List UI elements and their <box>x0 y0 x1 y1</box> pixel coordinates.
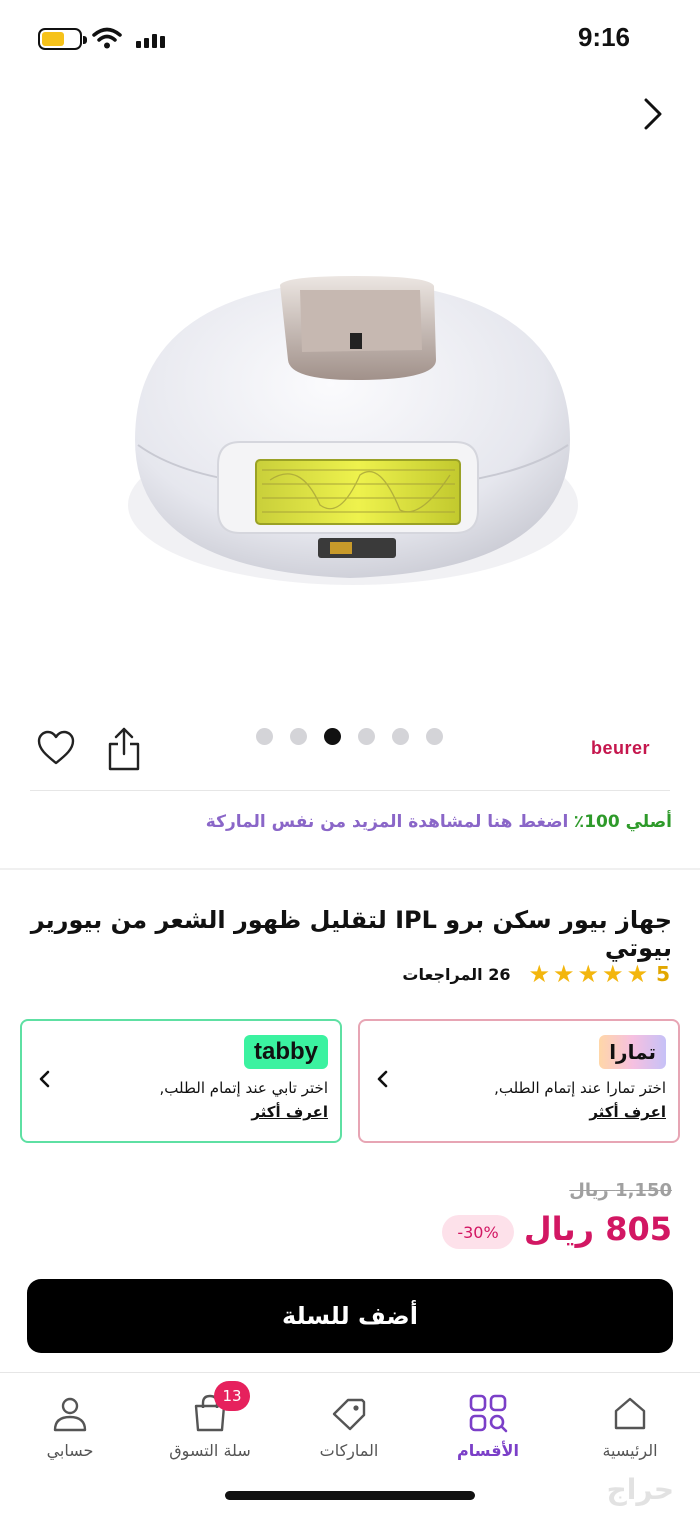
star-icon: ★ <box>553 960 575 988</box>
tab-cart[interactable]: سلة التسوق 13 <box>150 1381 270 1460</box>
heart-icon[interactable] <box>36 730 76 766</box>
gallery-dot[interactable] <box>256 728 273 745</box>
star-icon: ★ <box>602 960 624 988</box>
status-bar: 9:16 <box>0 0 700 80</box>
signal-icon <box>136 30 165 48</box>
brand-logo[interactable]: beurer <box>591 738 650 759</box>
tab-cart-label: سلة التسوق <box>169 1441 251 1460</box>
discount-badge: -30% <box>442 1215 514 1249</box>
tamara-card[interactable]: تمارا اختر تمارا عند إتمام الطلب, اعرف أ… <box>358 1019 680 1143</box>
tabby-description: اختر تابي عند إتمام الطلب, <box>159 1079 328 1097</box>
more-from-brand-link[interactable]: اضغط هنا لمشاهدة المزيد من نفس الماركة <box>206 812 569 832</box>
star-icon: ★ <box>626 960 649 988</box>
original-price: 1,150 ريال <box>569 1180 672 1201</box>
rating-row[interactable]: 5 ★ ★ ★ ★ ★ 26 المراجعات <box>402 962 670 986</box>
gallery-dots[interactable] <box>256 728 443 745</box>
sale-price: 805 ريال <box>523 1210 672 1248</box>
cart-count-badge: 13 <box>214 1381 250 1411</box>
gallery-dot[interactable] <box>358 728 375 745</box>
tab-home[interactable]: الرئيسية <box>570 1391 690 1460</box>
tab-brands-label: الماركات <box>319 1441 379 1460</box>
watermark: حراج <box>606 1473 674 1506</box>
gallery-dot-active[interactable] <box>324 728 341 745</box>
gallery-dot[interactable] <box>290 728 307 745</box>
same-brand-link[interactable]: أصلي 100٪ اضغط هنا لمشاهدة المزيد من نفس… <box>206 812 672 832</box>
tab-account-label: حسابي <box>46 1441 94 1460</box>
rating-value: 5 <box>656 962 670 986</box>
tab-account[interactable]: حسابي <box>10 1391 130 1460</box>
chevron-left-icon[interactable] <box>374 1067 390 1091</box>
home-indicator <box>225 1491 475 1500</box>
share-icon[interactable] <box>106 726 142 772</box>
chevron-right-icon[interactable] <box>638 94 668 134</box>
home-icon <box>614 1397 646 1430</box>
tamara-logo: تمارا <box>599 1035 666 1069</box>
status-time: 9:16 <box>577 22 630 52</box>
tab-categories[interactable]: الأقسام <box>428 1391 548 1460</box>
bottom-tab-bar: الرئيسية الأقسام الماركات سلة التسوق 13 <box>0 1372 700 1514</box>
tamara-learn-more-link[interactable]: اعرف أكثر <box>589 1103 666 1121</box>
tabby-card[interactable]: tabby اختر تابي عند إتمام الطلب, اعرف أك… <box>20 1019 342 1143</box>
divider <box>30 790 670 791</box>
categories-icon <box>469 1394 508 1433</box>
product-image-gallery[interactable] <box>0 80 700 720</box>
battery-icon <box>38 28 87 50</box>
product-image <box>128 276 578 585</box>
tabby-learn-more-link[interactable]: اعرف أكثر <box>251 1103 328 1121</box>
gallery-dot[interactable] <box>426 728 443 745</box>
product-title: جهاز بيور سكن برو IPL لتقليل ظهور الشعر … <box>30 906 672 962</box>
tamara-description: اختر تمارا عند إتمام الطلب, <box>494 1079 666 1097</box>
add-to-cart-button[interactable]: أضف للسلة <box>27 1279 673 1353</box>
tabby-logo: tabby <box>243 1035 328 1069</box>
user-icon <box>53 1397 87 1432</box>
gallery-dot[interactable] <box>392 728 409 745</box>
tab-home-label: الرئيسية <box>602 1441 658 1460</box>
star-icon: ★ <box>528 960 551 988</box>
section-divider <box>0 868 700 870</box>
reviews-count[interactable]: 26 المراجعات <box>402 965 510 984</box>
wifi-icon <box>92 27 122 49</box>
tab-categories-label: الأقسام <box>457 1441 519 1460</box>
authentic-label: أصلي 100٪ <box>573 812 672 832</box>
gallery-controls: beurer <box>0 720 700 790</box>
tab-brands[interactable]: الماركات <box>289 1391 409 1460</box>
rating-stars: ★ ★ ★ ★ ★ <box>529 962 649 986</box>
star-icon: ★ <box>577 960 600 988</box>
chevron-left-icon[interactable] <box>36 1067 52 1091</box>
tag-icon <box>332 1398 366 1431</box>
